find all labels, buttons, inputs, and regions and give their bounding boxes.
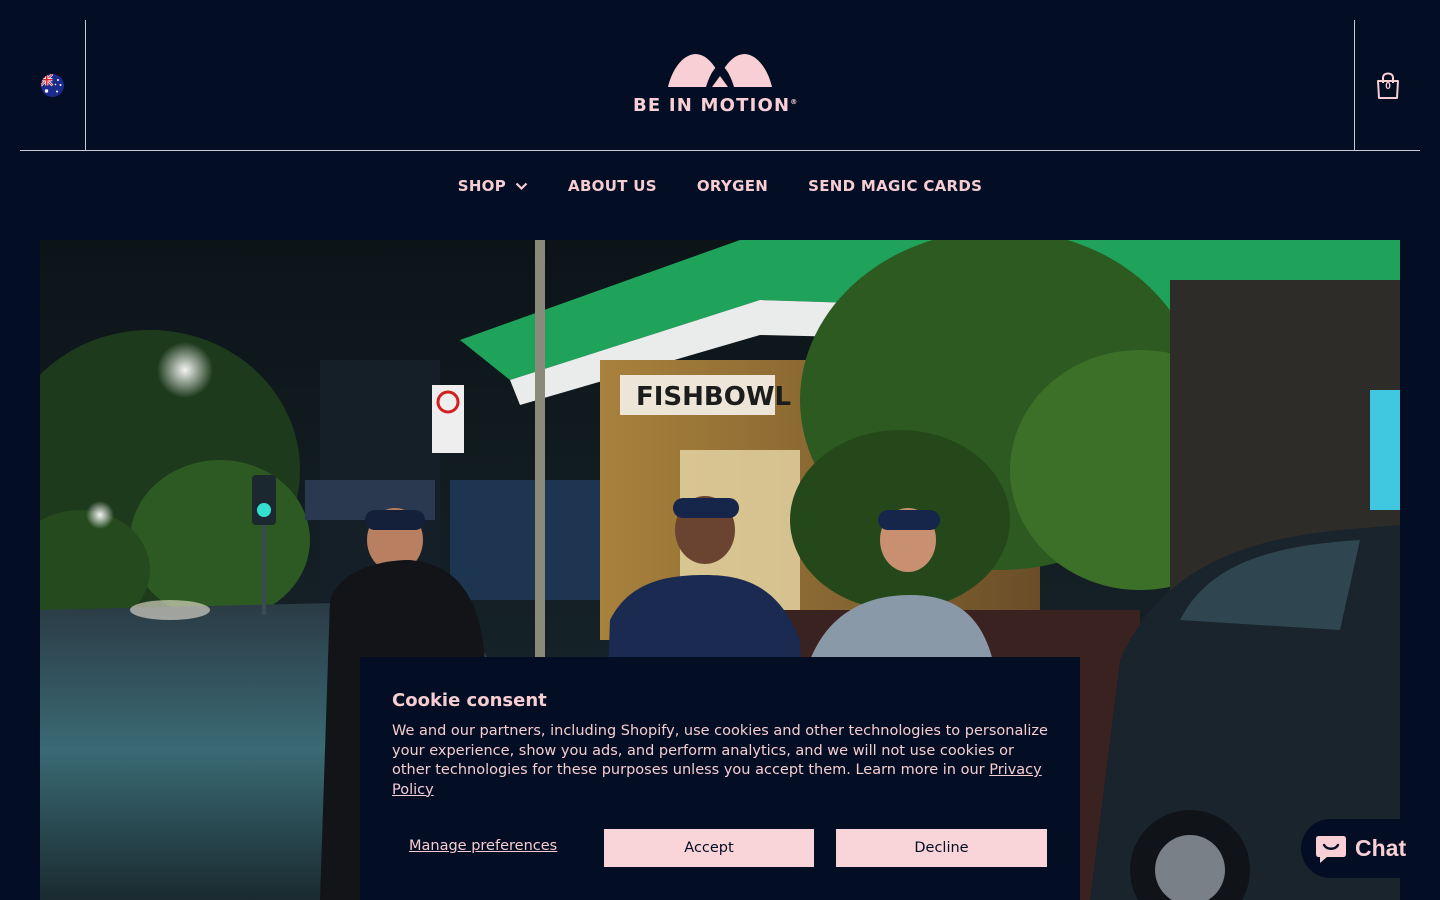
australia-flag-icon[interactable] [41, 74, 64, 97]
manage-preferences-link[interactable]: Manage preferences [409, 838, 557, 854]
chat-button[interactable]: Chat [1301, 819, 1421, 878]
nav-item-orygen[interactable]: ORYGEN [697, 177, 768, 195]
header-left-cell [20, 20, 86, 150]
cookie-actions: Manage preferences Accept Decline [392, 829, 1048, 867]
cart-button[interactable]: 0 [1375, 72, 1401, 100]
chevron-down-icon [515, 182, 528, 190]
nav-item-label: ORYGEN [696, 177, 769, 195]
brand-logo[interactable]: BE IN MOTION® [630, 50, 810, 120]
logo-mark-icon [668, 54, 772, 87]
nav-item-send-magic-cards[interactable]: SEND MAGIC CARDS [808, 177, 982, 195]
accept-button[interactable]: Accept [604, 829, 814, 867]
cookie-consent-banner: Cookie consent We and our partners, incl… [360, 657, 1080, 900]
main-nav: SHOP ABOUT US ORYGEN SEND MAGIC CARDS [0, 170, 1440, 202]
header-right-cell: 0 [1354, 20, 1420, 150]
cookie-body-text: We and our partners, including Shopify, … [392, 723, 1048, 779]
brand-wordmark: BE IN MOTION® [633, 95, 798, 116]
cookie-description: We and our partners, including Shopify, … [392, 722, 1048, 800]
nav-item-about-us[interactable]: ABOUT US [568, 177, 657, 195]
chat-bubble-icon [1316, 835, 1346, 863]
nav-item-label: SHOP [457, 177, 507, 195]
chat-label: Chat [1355, 835, 1407, 861]
nav-item-shop[interactable]: SHOP [458, 177, 528, 195]
storefront-sign: FISHBOWL [636, 382, 791, 412]
nav-item-label: SEND MAGIC CARDS [808, 177, 983, 195]
decline-button[interactable]: Decline [836, 829, 1047, 867]
site-header: BE IN MOTION® 0 [20, 20, 1420, 151]
cookie-title: Cookie consent [392, 690, 547, 711]
nav-item-label: ABOUT US [568, 177, 657, 195]
cart-count: 0 [1385, 81, 1391, 92]
